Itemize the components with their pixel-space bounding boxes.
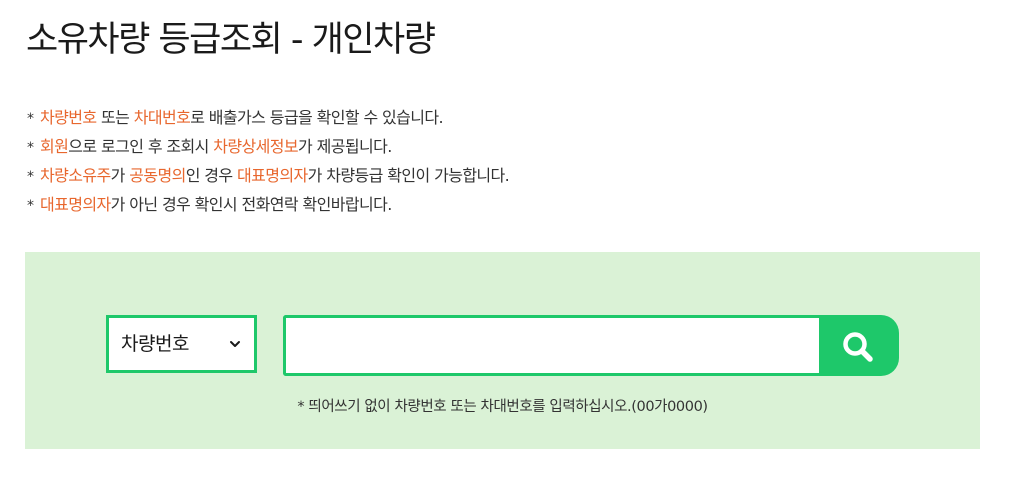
notice-text: 으로 로그인 후 조회시: [68, 137, 214, 156]
notice-list: * 차량번호 또는 차대번호로 배출가스 등급을 확인할 수 있습니다. * 회원으…: [27, 104, 510, 220]
highlight-text: 차량소유주: [40, 166, 111, 185]
highlight-text: 차량번호: [40, 108, 97, 127]
notice-item-vehicle-number: * 차량번호 또는 차대번호로 배출가스 등급을 확인할 수 있습니다.: [27, 104, 509, 133]
highlight-text: 차량상세정보: [213, 137, 299, 156]
chevron-down-icon: [230, 341, 240, 347]
page-title: 소유차량 등급조회 - 개인차량: [26, 20, 436, 60]
notice-item-joint-ownership: * 차량소유주가 공동명의인 경우 대표명의자가 차량등급 확인이 가능합니다.: [27, 162, 510, 191]
search-panel: 차량번호 * 띄어쓰기 없이 차량번호 또는 차대번호를 입력하십시오.(00가…: [25, 252, 980, 449]
search-button[interactable]: [819, 315, 899, 376]
notice-text: 인 경우: [185, 166, 238, 185]
notice-text: 또는: [96, 108, 134, 127]
highlight-text: 대표명의자: [40, 195, 111, 214]
bullet-asterisk: *: [27, 169, 34, 185]
search-hint: * 띄어쓰기 없이 차량번호 또는 차대번호를 입력하십시오.(00가0000): [297, 399, 708, 415]
bullet-asterisk: *: [27, 198, 34, 214]
highlight-text: 회원: [40, 137, 69, 156]
notice-text: 가 차량등급 확인이 가능합니다.: [307, 166, 510, 185]
search-field: [283, 315, 819, 376]
search-icon: [843, 332, 873, 362]
search-type-select[interactable]: 차량번호: [106, 315, 257, 373]
search-type-selected-value: 차량번호: [121, 333, 189, 355]
notice-text: 로 배출가스 등급을 확인할 수 있습니다.: [190, 108, 444, 127]
notice-item-non-representative: * 대표명의자가 아닌 경우 확인시 전화연락 확인바랍니다.: [27, 191, 509, 220]
notice-item-member-login: * 회원으로 로그인 후 조회시 차량상세정보가 제공됩니다.: [27, 133, 509, 162]
search-input[interactable]: [286, 318, 819, 373]
bullet-asterisk: *: [27, 140, 34, 156]
notice-text: 가 제공됩니다.: [298, 137, 392, 156]
highlight-text: 공동명의: [129, 166, 186, 185]
notice-text: 가 아닌 경우 확인시 전화연락 확인바랍니다.: [110, 195, 393, 214]
highlight-text: 차대번호: [133, 108, 191, 127]
bullet-asterisk: *: [27, 111, 34, 127]
notice-text: 가: [110, 166, 130, 185]
highlight-text: 대표명의자: [237, 166, 308, 185]
